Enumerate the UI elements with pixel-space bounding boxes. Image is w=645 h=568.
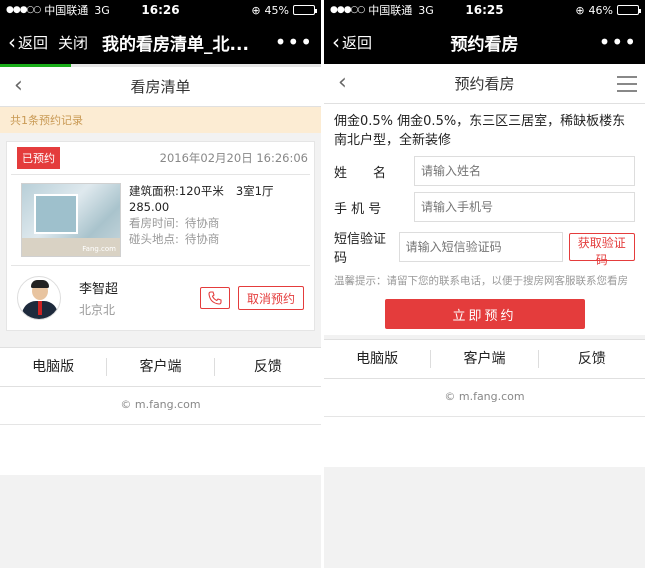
network-label: 3G <box>418 3 434 17</box>
copyright: © m.fang.com <box>324 379 645 417</box>
phone-right-book-viewing: ●●●○○ 中国联通 3G 16:25 ⊕ 46% ‹ 返回 预约看房 ••• ‹… <box>324 0 645 568</box>
more-options-icon[interactable]: ••• <box>599 30 637 54</box>
sms-code-input[interactable] <box>398 232 563 262</box>
menu-icon[interactable] <box>617 76 637 92</box>
chevron-left-icon: ‹ <box>8 30 16 54</box>
page-back-icon[interactable]: ‹ <box>14 73 23 98</box>
footer-link-app[interactable]: 客户端 <box>107 358 215 376</box>
footer-link-pc[interactable]: 电脑版 <box>0 358 108 376</box>
battery-percent: 46% <box>588 3 613 17</box>
record-count-bar: 共1条预约记录 <box>0 107 321 133</box>
footer-link-app[interactable]: 客户端 <box>431 350 539 368</box>
phone-left-viewing-list: ●●●○○ 中国联通 3G 16:26 ⊕ 45% ‹ 返回 关闭 我的看房清单_… <box>0 0 321 568</box>
house-summary[interactable]: Fang.com 建筑面积:120平米 3室1厅 285.00 看房时间: 待协商 … <box>11 174 310 266</box>
footer-link-feedback[interactable]: 反馈 <box>539 350 645 368</box>
page-header: ‹ 看房清单 <box>0 67 321 107</box>
house-photo[interactable]: Fang.com <box>21 183 121 257</box>
house-area: 建筑面积:120平米 <box>129 184 224 198</box>
get-code-button[interactable]: 获取验证码 <box>568 233 635 267</box>
page-title: 预约看房 <box>454 75 515 93</box>
footer-link-pc[interactable]: 电脑版 <box>324 350 432 368</box>
house-layout: 3室1厅 <box>235 184 274 198</box>
agent-name: 李智超 <box>79 282 119 297</box>
chevron-left-icon: ‹ <box>332 30 340 54</box>
phone-icon <box>208 291 222 305</box>
status-bar: ●●●○○ 中国联通 3G 16:26 ⊕ 45% <box>0 0 321 20</box>
booking-datetime: 2016年02月20日 16:26:06 <box>159 151 308 165</box>
booking-card: 已预约 2016年02月20日 16:26:06 Fang.com 建筑面积:1… <box>6 141 315 331</box>
visit-time-label: 看房时间: <box>129 216 179 230</box>
name-input[interactable] <box>414 156 635 186</box>
photo-watermark: Fang.com <box>82 245 116 253</box>
phone-input[interactable] <box>414 192 635 222</box>
booking-form: 佣金0.5% 佣金0.5%，东三区三居室，稀缺板楼东南北户型，全新装修 姓 名 … <box>324 104 645 335</box>
back-button[interactable]: ‹ 返回 <box>8 30 48 54</box>
status-bar: ●●●○○ 中国联通 3G 16:25 ⊕ 46% <box>324 0 645 20</box>
back-button[interactable]: ‹ 返回 <box>332 30 372 54</box>
phone-label: 手 机 号 <box>334 201 382 217</box>
footer-nav: 电脑版 客户端 反馈 <box>0 347 321 387</box>
carrier-label: 中国联通 <box>44 4 89 17</box>
meet-place-value: 待协商 <box>184 232 220 246</box>
signal-icon: ●●●○○ <box>330 5 365 15</box>
tip-text: 温馨提示：请留下您的联系电话，以便于搜房网客服联系您看房 <box>334 275 628 287</box>
agent-row: 李智超 北京北 取消预约 <box>7 266 314 330</box>
battery-icon <box>617 5 641 15</box>
agent-city: 北京北 <box>79 303 116 317</box>
page-title: 看房清单 <box>130 78 191 96</box>
close-button[interactable]: 关闭 <box>58 32 88 53</box>
call-button[interactable] <box>199 287 230 309</box>
battery-percent: 45% <box>264 3 289 17</box>
wechat-nav-bar: ‹ 返回 预约看房 ••• <box>324 20 645 64</box>
page-header: ‹ 预约看房 <box>324 64 645 104</box>
battery-icon <box>293 5 317 15</box>
network-label: 3G <box>94 3 110 17</box>
footer-link-feedback[interactable]: 反馈 <box>215 358 321 376</box>
wechat-nav-bar: ‹ 返回 关闭 我的看房清单_北... ••• <box>0 20 321 64</box>
name-label: 姓 名 <box>334 165 387 181</box>
cancel-booking-button[interactable]: 取消预约 <box>237 286 304 310</box>
house-price: 285.00 <box>129 200 170 214</box>
status-badge: 已预约 <box>17 147 60 169</box>
rotation-lock-icon: ⊕ <box>251 3 261 17</box>
rotation-lock-icon: ⊕ <box>575 3 585 17</box>
listing-title: 佣金0.5% 佣金0.5%，东三区三居室，稀缺板楼东南北户型，全新装修 <box>334 114 626 148</box>
nav-title: 预约看房 <box>450 34 519 55</box>
nav-title: 我的看房清单_北... <box>102 34 249 55</box>
copyright: © m.fang.com <box>0 387 321 425</box>
meet-place-label: 碰头地点: <box>129 232 179 246</box>
more-options-icon[interactable]: ••• <box>275 30 313 54</box>
sms-code-label: 短信验证码 <box>334 232 387 266</box>
signal-icon: ●●●○○ <box>6 5 41 15</box>
visit-time-value: 待协商 <box>184 216 220 230</box>
footer-nav: 电脑版 客户端 反馈 <box>324 339 645 379</box>
page-back-icon[interactable]: ‹ <box>338 70 347 95</box>
avatar[interactable] <box>17 276 61 320</box>
carrier-label: 中国联通 <box>368 4 413 17</box>
submit-booking-button[interactable]: 立即预约 <box>384 299 585 329</box>
